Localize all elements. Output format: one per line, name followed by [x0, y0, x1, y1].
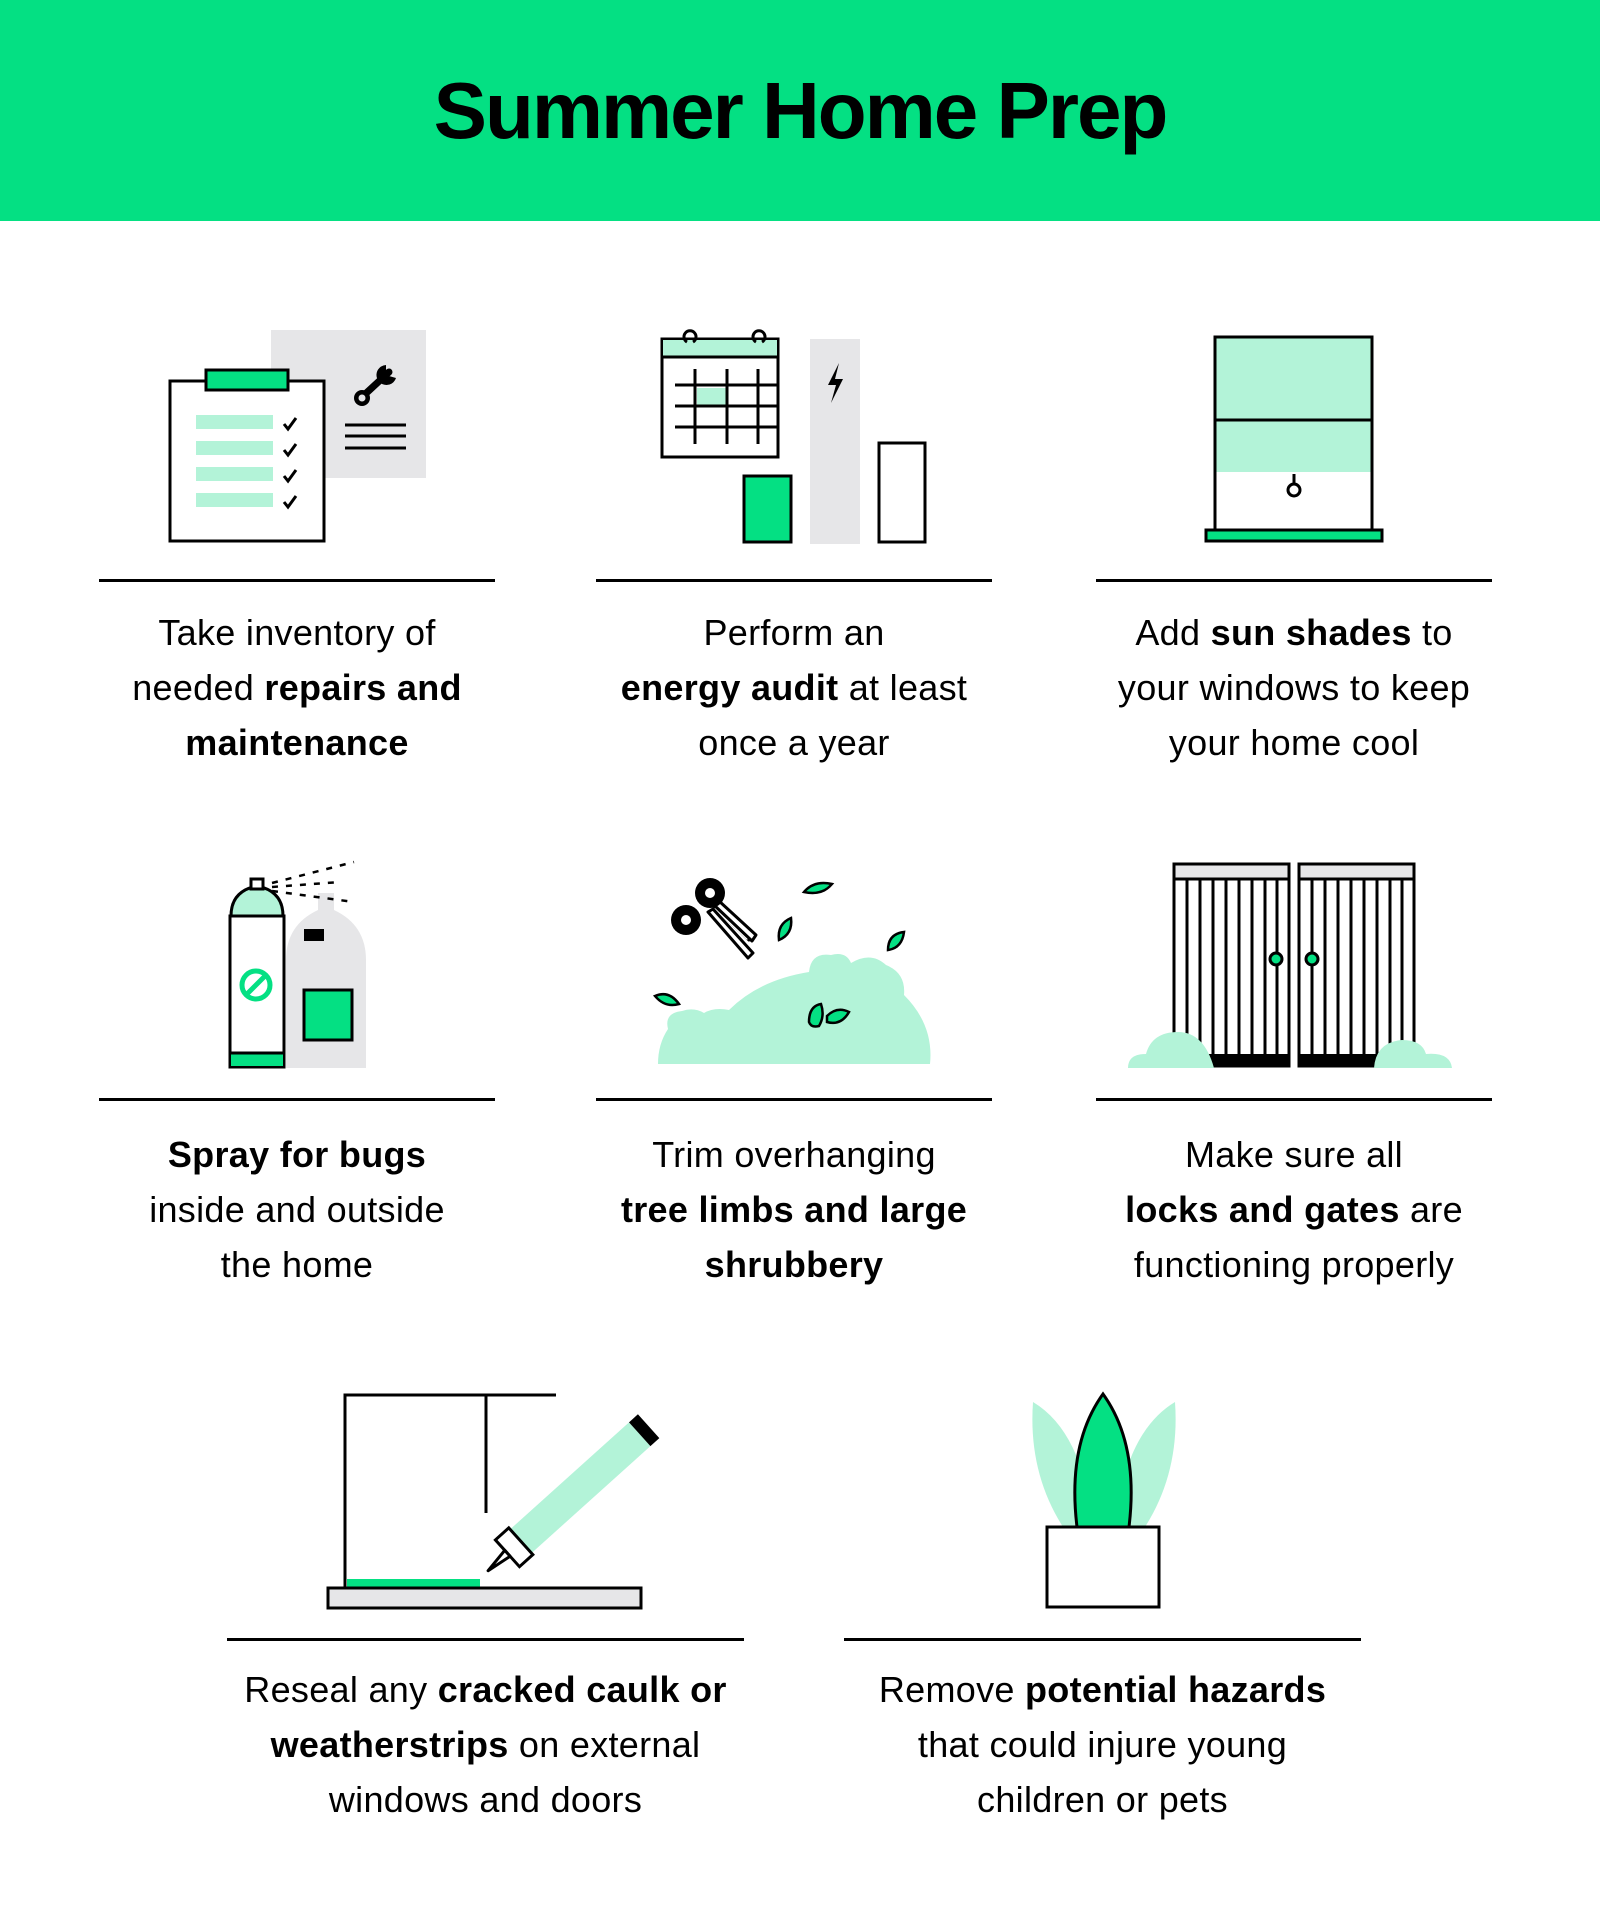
divider — [844, 1638, 1361, 1641]
tip-text-bold: weatherstrips — [270, 1724, 509, 1765]
tip-text-line: Remove potential hazards — [844, 1662, 1361, 1717]
potted-plant-icon — [1032, 1391, 1176, 1609]
tip-text-bold: potential hazards — [1025, 1669, 1327, 1710]
tip-text-line: that could injure young — [844, 1717, 1361, 1772]
tip-text-line: children or pets — [844, 1772, 1361, 1827]
tip-text-regular: Remove — [878, 1669, 1025, 1710]
tip-text-regular: that could injure young — [917, 1724, 1288, 1765]
tip-text-regular: children or pets — [977, 1779, 1228, 1820]
tip-text-line: weatherstrips on external — [227, 1717, 744, 1772]
tip-text-regular: windows and doors — [328, 1779, 643, 1820]
tip-text-regular: on external — [508, 1724, 701, 1765]
tip-text-line: windows and doors — [227, 1772, 744, 1827]
tip-text: Remove potential hazards that could injur… — [844, 1662, 1361, 1827]
